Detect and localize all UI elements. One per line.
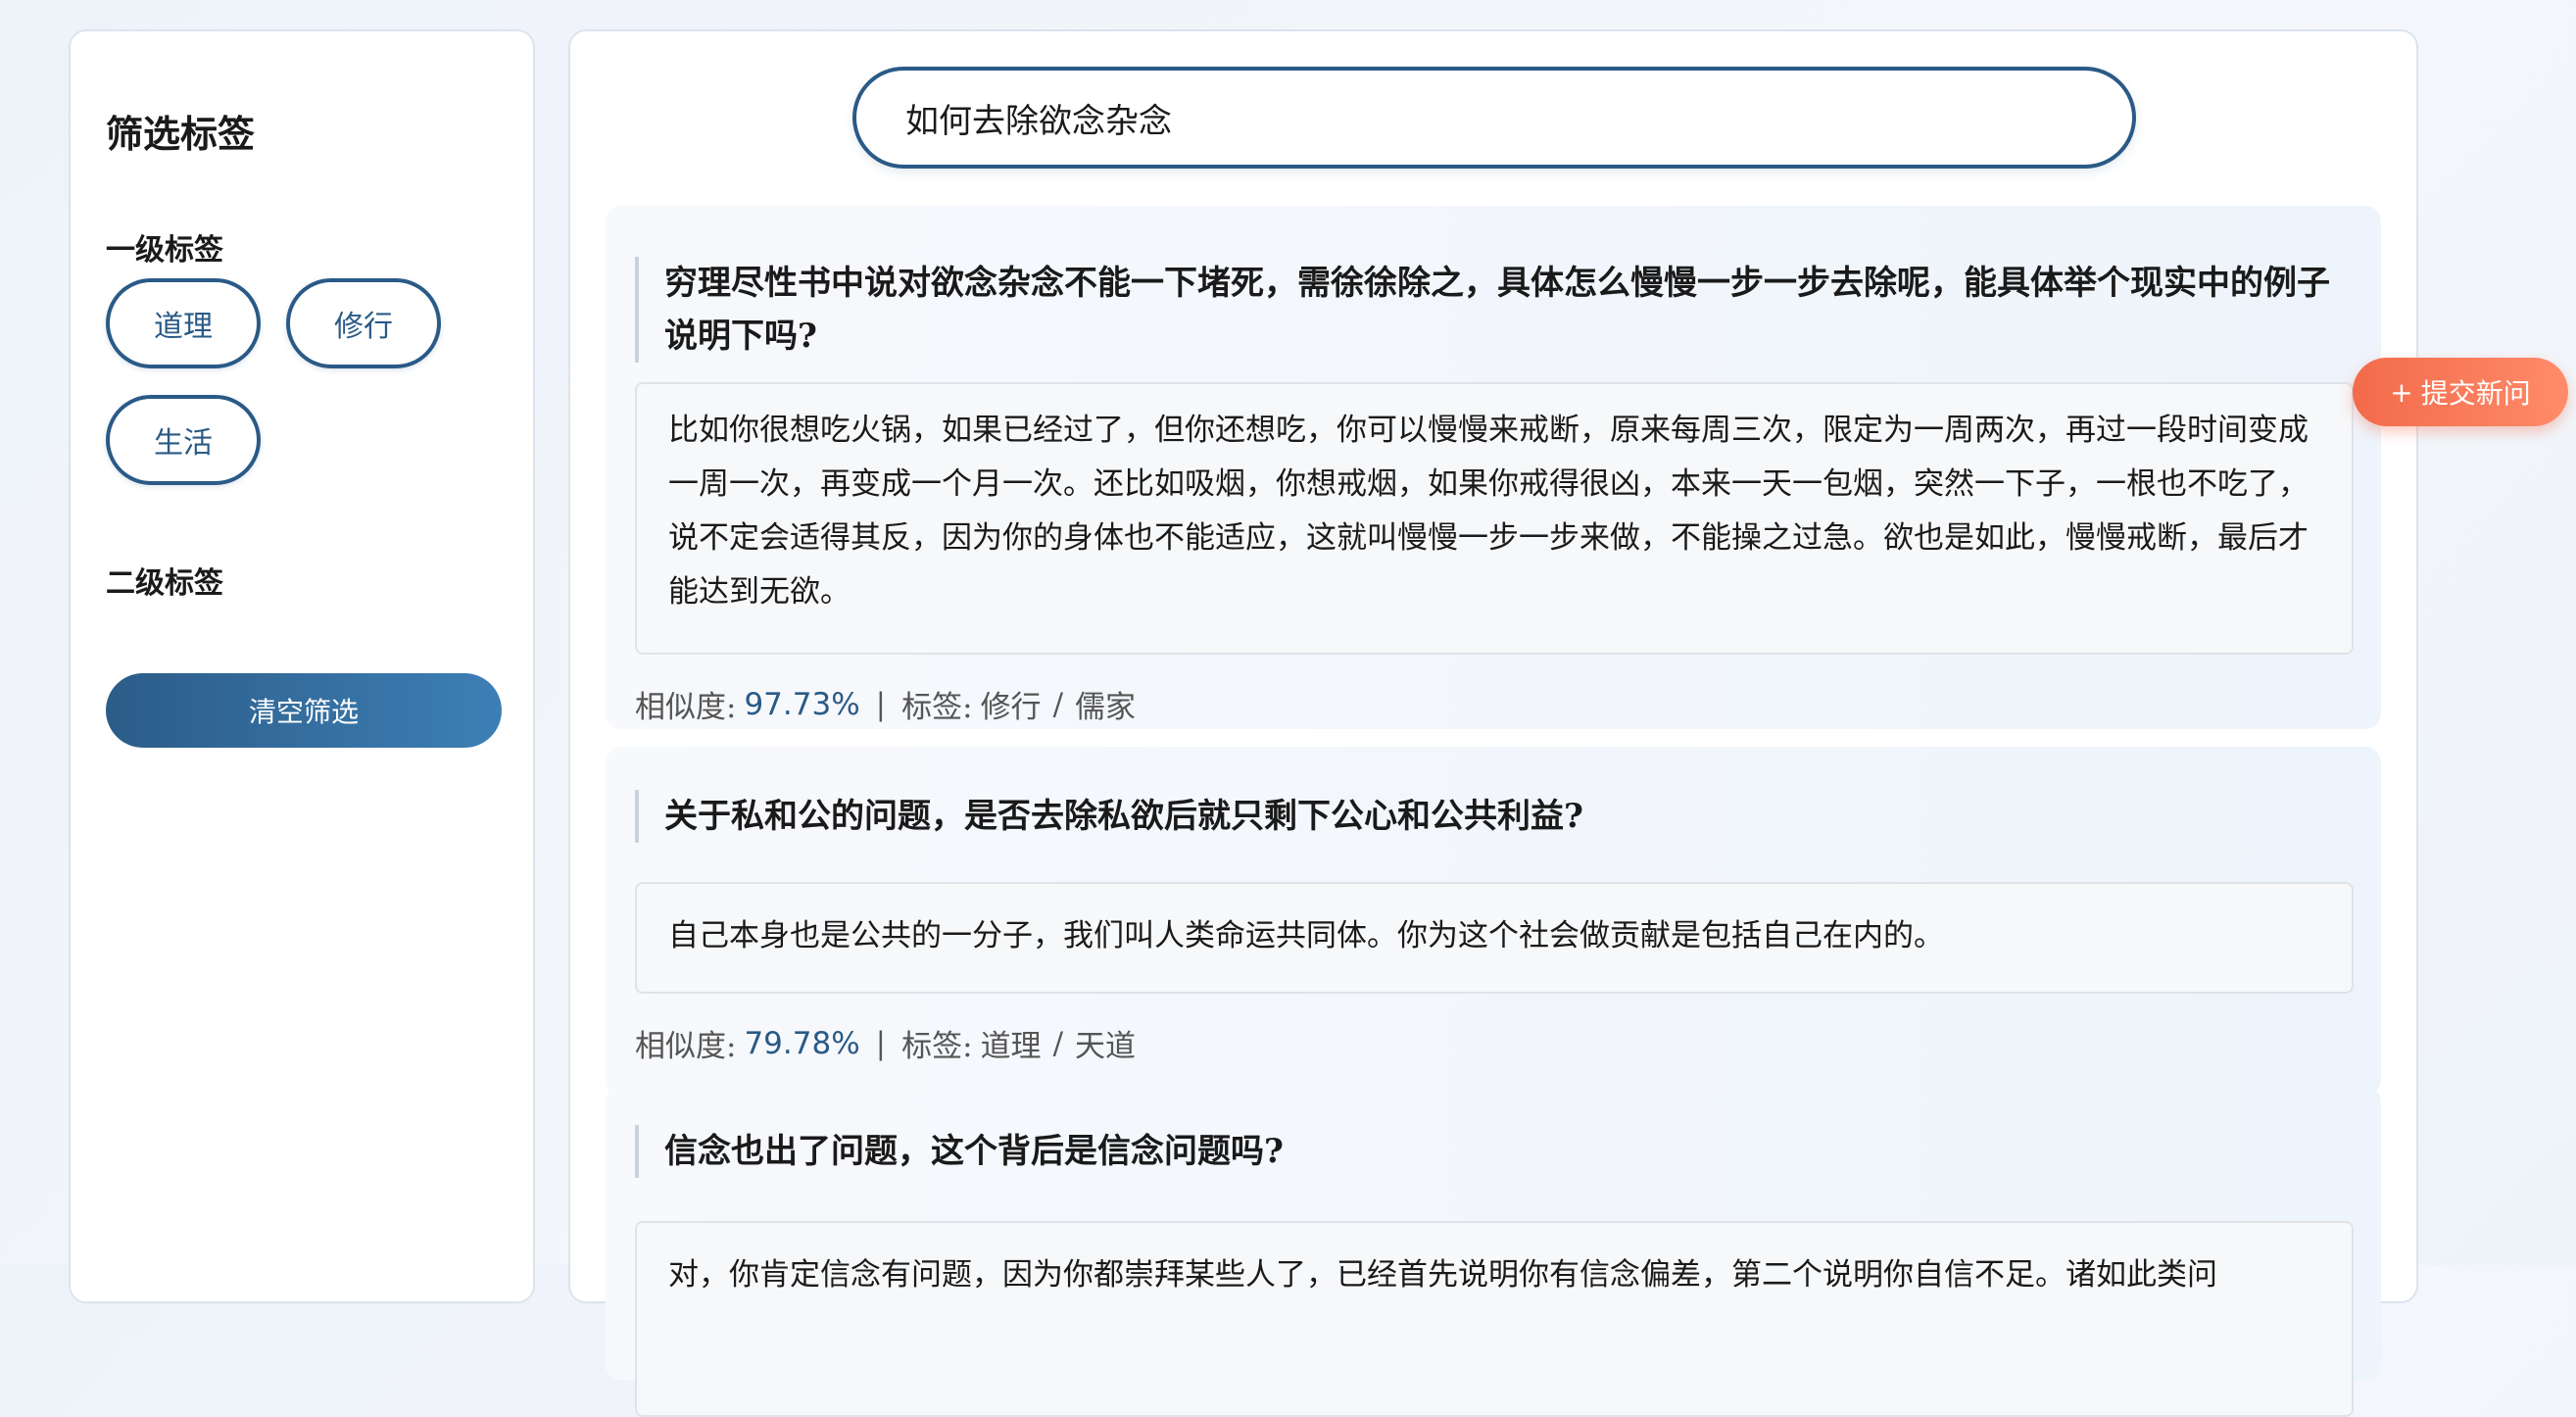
tags-label: 标签:: [901, 690, 973, 725]
result-question: 关于私和公的问题，是否去除私欲后就只剩下公心和公共利益?: [635, 790, 2354, 843]
results-panel: 穷理尽性书中说对欲念杂念不能一下堵死，需徐徐除之，具体怎么慢慢一步一步去除呢，能…: [568, 29, 2418, 1417]
result-tag-secondary: 儒家: [1075, 690, 1137, 725]
filter-sidebar: 筛选标签 一级标签 道理 修行 生活 二级标签 清空筛选: [69, 29, 535, 1303]
result-question: 信念也出了问题，这个背后是信念问题吗?: [635, 1125, 2354, 1178]
result-question: 穷理尽性书中说对欲念杂念不能一下堵死，需徐徐除之，具体怎么慢慢一步一步去除呢，能…: [635, 257, 2354, 363]
result-tag-primary: 道理: [980, 1029, 1042, 1064]
result-card: 穷理尽性书中说对欲念杂念不能一下堵死，需徐徐除之，具体怎么慢慢一步一步去除呢，能…: [606, 206, 2381, 729]
similarity-score: 97.73%: [744, 686, 860, 722]
tag-chip-shenghuo[interactable]: 生活: [106, 395, 261, 485]
tags-label: 标签:: [901, 1029, 973, 1064]
search-input[interactable]: [852, 67, 2136, 169]
tag-separator: /: [1052, 1025, 1064, 1061]
plus-icon: +: [2390, 375, 2413, 409]
submit-question-label: 提交新问: [2420, 377, 2531, 410]
result-card: 关于私和公的问题，是否去除私欲后就只剩下公心和公共利益? 自己本身也是公共的一分…: [606, 747, 2381, 1096]
clear-filter-button[interactable]: 清空筛选: [106, 673, 502, 748]
result-answer: 对，你肯定信念有问题，因为你都崇拜某些人了，已经首先说明你有信念偏差，第二个说明…: [635, 1221, 2354, 1417]
meta-separator: |: [875, 1025, 887, 1061]
tag-chip-xiuxing[interactable]: 修行: [286, 278, 441, 368]
result-meta: 相似度: 97.73% | 标签: 修行 / 儒家: [635, 682, 1136, 726]
level1-title: 一级标签: [106, 233, 223, 268]
similarity-label: 相似度:: [635, 1029, 737, 1064]
result-card: 信念也出了问题，这个背后是信念问题吗? 对，你肯定信念有问题，因为你都崇拜某些人…: [606, 1086, 2381, 1417]
result-tag-secondary: 天道: [1075, 1029, 1137, 1064]
sidebar-title: 筛选标签: [106, 112, 256, 156]
meta-separator: |: [875, 686, 887, 722]
result-tag-primary: 修行: [980, 690, 1042, 725]
tag-separator: /: [1052, 686, 1064, 722]
result-meta: 相似度: 79.78% | 标签: 道理 / 天道: [635, 1021, 1136, 1065]
result-answer: 自己本身也是公共的一分子，我们叫人类命运共同体。你为这个社会做贡献是包括自己在内…: [635, 882, 2354, 994]
submit-question-button[interactable]: + 提交新问: [2353, 358, 2568, 426]
similarity-label: 相似度:: [635, 690, 737, 725]
result-answer: 比如你很想吃火锅，如果已经过了，但你还想吃，你可以慢慢来戒断，原来每周三次，限定…: [635, 382, 2354, 655]
tag-chip-daoli[interactable]: 道理: [106, 278, 261, 368]
level2-title: 二级标签: [106, 566, 223, 601]
similarity-score: 79.78%: [744, 1025, 860, 1061]
